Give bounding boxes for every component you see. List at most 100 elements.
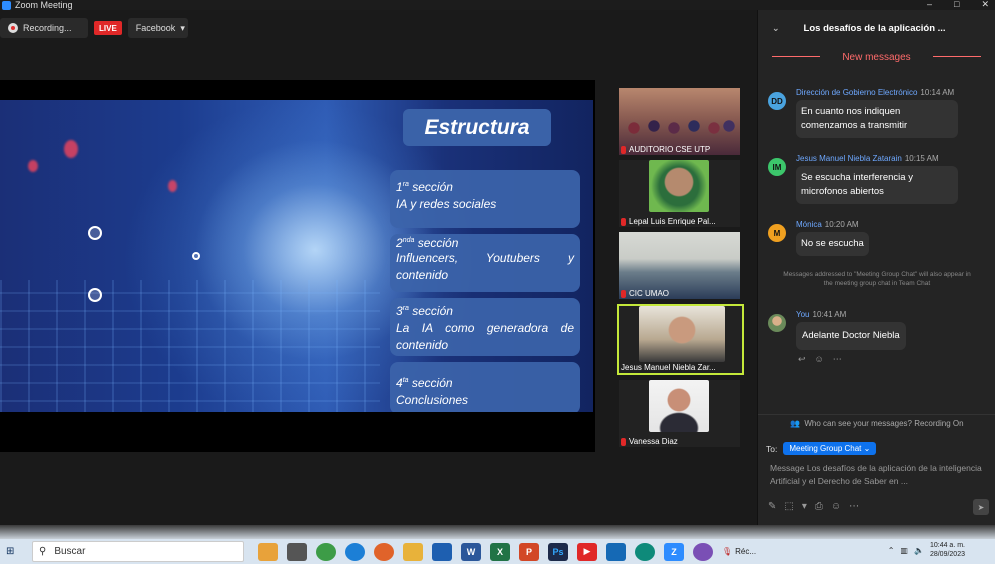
- section-body: IA y redes sociales: [396, 197, 497, 211]
- participant-name-tag: Jesus Manuel Niebla Zar...: [621, 363, 716, 372]
- meeting-top-bar: Recording... LIVE Facebook ▾: [0, 18, 188, 38]
- mic-muted-icon: [621, 217, 626, 226]
- volume-icon[interactable]: 🔈: [914, 546, 924, 555]
- message-bubble[interactable]: No se escucha: [796, 232, 869, 256]
- recording-task[interactable]: 🎙 Réc...: [722, 547, 756, 556]
- chat-panel: ⌄ Los desafíos de la aplicación ... New …: [757, 10, 995, 525]
- app-icon[interactable]: [693, 542, 713, 561]
- new-messages-divider: New messages: [758, 46, 995, 68]
- message-time: 10:20 AM: [824, 220, 859, 229]
- search-placeholder: Buscar: [54, 546, 86, 557]
- windows-start-icon[interactable]: ⊞: [6, 546, 26, 557]
- stream-target-label: Facebook: [135, 23, 176, 33]
- taskbar-apps: W X P Ps ▶ Z 🎙 Réc...: [258, 542, 756, 561]
- chrome-icon[interactable]: [316, 542, 336, 561]
- collapse-chat-chevron-icon[interactable]: ⌄: [772, 23, 780, 34]
- system-note: Messages addressed to "Meeting Group Cha…: [783, 271, 971, 287]
- section-heading: 3ra sección: [396, 304, 453, 318]
- network-icon[interactable]: ▥: [900, 546, 908, 555]
- participant-tile[interactable]: Lepal Luis Enrique Pal...: [619, 160, 740, 227]
- word-icon[interactable]: W: [461, 542, 481, 561]
- meeting-area: Recording... LIVE Facebook ▾ Estructura …: [0, 10, 757, 525]
- message-sender: Dirección de Gobierno Electrónico 10:14 A…: [796, 88, 955, 97]
- reply-icon[interactable]: ↩: [798, 354, 806, 365]
- slide-title: Estructura: [403, 109, 551, 146]
- slide-content: Estructura 1ra sección IA y redes social…: [0, 100, 593, 412]
- app-icon[interactable]: [635, 542, 655, 561]
- file-explorer-icon[interactable]: [403, 542, 423, 561]
- recording-icon: [8, 23, 18, 33]
- message-sender: Mónica 10:20 AM: [796, 220, 859, 229]
- mic-muted-icon: [621, 437, 626, 446]
- slide-section-3: 3ra sección La IA como generadora de con…: [390, 298, 580, 356]
- taskbar: ⊞ ⚲ Buscar W X P Ps ▶ Z 🎙 Réc... ⌃ ▥ 🔈 1…: [0, 539, 995, 564]
- slide-section-2: 2nda sección Influencers, Youtubers y co…: [390, 234, 580, 292]
- send-button[interactable]: ➤: [973, 499, 989, 515]
- file-icon[interactable]: ⎙: [815, 501, 823, 512]
- excel-icon[interactable]: X: [490, 542, 510, 561]
- taskbar-search[interactable]: ⚲ Buscar: [32, 541, 244, 562]
- window-title: Zoom Meeting: [15, 0, 73, 10]
- section-heading: 4ta sección: [396, 376, 453, 390]
- slide-light-ring: [192, 252, 200, 260]
- photoshop-icon[interactable]: Ps: [548, 542, 568, 561]
- zoom-icon[interactable]: Z: [664, 542, 684, 561]
- mic-muted-icon: [621, 145, 626, 154]
- participant-tile[interactable]: AUDITORIO CSE UTP: [619, 88, 740, 155]
- recording-indicator[interactable]: Recording...: [0, 18, 88, 38]
- youtube-icon[interactable]: ▶: [577, 542, 597, 561]
- chevron-up-icon[interactable]: ⌃: [888, 546, 895, 555]
- slide-section-4: 4ta sección Conclusiones: [390, 362, 580, 412]
- participant-tile-active-speaker[interactable]: Jesus Manuel Niebla Zar...: [617, 304, 744, 375]
- edge-icon[interactable]: [345, 542, 365, 561]
- maximize-button[interactable]: □: [954, 0, 959, 10]
- slide-light-ring: [88, 226, 102, 240]
- clock-date: 28/09/2023: [929, 551, 965, 558]
- close-button[interactable]: ✕: [981, 0, 989, 10]
- minimize-button[interactable]: –: [927, 0, 932, 10]
- chat-header: ⌄ Los desafíos de la aplicación ...: [758, 10, 995, 46]
- search-icon: ⚲: [39, 546, 47, 557]
- section-body: Conclusiones: [396, 393, 469, 407]
- participant-tile[interactable]: CIC UMAO: [619, 232, 740, 299]
- message-time: 10:15 AM: [904, 154, 939, 163]
- participant-name-tag: CIC UMAO: [621, 289, 669, 298]
- message-bubble[interactable]: Se escucha interferencia y microfonos ab…: [796, 166, 958, 204]
- task-view-icon[interactable]: [287, 542, 307, 561]
- avatar: IM: [768, 158, 786, 176]
- slide-red-light: [28, 160, 38, 172]
- emoji-reaction-icon[interactable]: ☺: [815, 354, 824, 365]
- screenshot-icon[interactable]: ⬚: [784, 501, 793, 512]
- slide-red-light: [64, 140, 78, 158]
- more-options-icon[interactable]: ⋯: [833, 354, 842, 365]
- app-icon[interactable]: [606, 542, 626, 561]
- firefox-icon[interactable]: [374, 542, 394, 561]
- participant-name-tag: AUDITORIO CSE UTP: [621, 145, 710, 154]
- mic-muted-icon: [621, 289, 626, 298]
- clock[interactable]: 10:44 a. m. 28/09/2023: [930, 541, 965, 559]
- recipient-row: To: Meeting Group Chat ⌄: [766, 442, 877, 455]
- more-icon[interactable]: ⋯: [849, 501, 859, 512]
- who-can-see-messages[interactable]: 👥 Who can see your messages? Recording O…: [758, 414, 995, 432]
- mail-icon[interactable]: [432, 542, 452, 561]
- avatar: DD: [768, 92, 786, 110]
- powerpoint-icon[interactable]: P: [519, 542, 539, 561]
- emoji-icon[interactable]: ☺: [831, 501, 841, 512]
- message-bubble[interactable]: Adelante Doctor Niebla: [796, 322, 906, 350]
- recipient-dropdown[interactable]: Meeting Group Chat ⌄: [783, 442, 877, 455]
- chevron-down-icon[interactable]: ▾: [802, 501, 807, 512]
- participant-tile[interactable]: Vanessa Diaz: [619, 380, 740, 447]
- app-icon[interactable]: [258, 542, 278, 561]
- section-body: Influencers, Youtubers y contenido: [396, 251, 574, 282]
- message-bubble[interactable]: En cuanto nos indiquen comenzamos a tran…: [796, 100, 958, 138]
- message-input[interactable]: Message Los desafíos de la aplicación de…: [770, 462, 984, 488]
- format-icon[interactable]: ✎: [768, 501, 776, 512]
- slide-section-1: 1ra sección IA y redes sociales: [390, 170, 580, 228]
- chat-title: Los desafíos de la aplicación ...: [803, 22, 946, 34]
- slide-light-ring: [88, 288, 102, 302]
- avatar: [768, 314, 786, 332]
- live-badge[interactable]: LIVE: [94, 21, 122, 35]
- participant-video: [649, 380, 709, 432]
- title-bar: Zoom Meeting – □ ✕: [0, 0, 995, 10]
- stream-target-dropdown[interactable]: Facebook ▾: [127, 18, 188, 38]
